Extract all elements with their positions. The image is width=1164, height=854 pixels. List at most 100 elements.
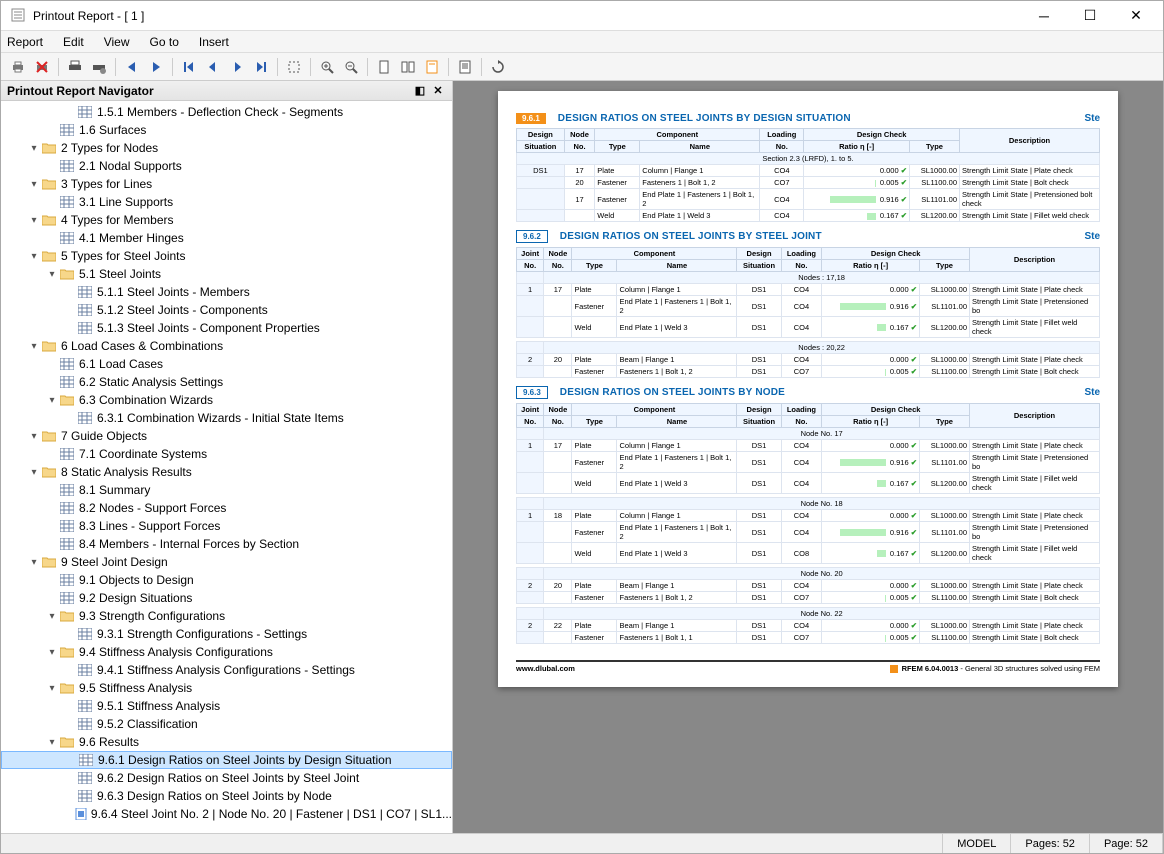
- delete-print-icon[interactable]: [31, 56, 53, 78]
- chevron-down-icon[interactable]: ▾: [27, 251, 41, 262]
- tree-item[interactable]: 8.2 Nodes - Support Forces: [1, 499, 452, 517]
- maximize-button[interactable]: ☐: [1067, 1, 1113, 31]
- tree-item[interactable]: ▾8 Static Analysis Results: [1, 463, 452, 481]
- tree-item[interactable]: 5.1.2 Steel Joints - Components: [1, 301, 452, 319]
- nav-last-icon[interactable]: [250, 56, 272, 78]
- chevron-down-icon[interactable]: ▾: [45, 737, 59, 748]
- tree-item-label: 2.1 Nodal Supports: [79, 159, 182, 173]
- tree-item[interactable]: 8.3 Lines - Support Forces: [1, 517, 452, 535]
- report-viewport[interactable]: 9.6.1 DESIGN RATIOS ON STEEL JOINTS BY D…: [453, 81, 1163, 833]
- chevron-down-icon[interactable]: ▾: [27, 557, 41, 568]
- grid-icon: [77, 411, 93, 425]
- tree-item[interactable]: 9.6.4 Steel Joint No. 2 | Node No. 20 | …: [1, 805, 452, 823]
- chevron-down-icon[interactable]: ▾: [45, 395, 59, 406]
- table-row: FastenerEnd Plate 1 | Fasteners 1 | Bolt…: [517, 296, 1100, 317]
- tree-item[interactable]: ▾7 Guide Objects: [1, 427, 452, 445]
- grid-icon: [59, 195, 75, 209]
- nav-next-icon[interactable]: [145, 56, 167, 78]
- zoom-in-icon[interactable]: [316, 56, 338, 78]
- tree-item[interactable]: ▾5.1 Steel Joints: [1, 265, 452, 283]
- section-title: DESIGN RATIOS ON STEEL JOINTS BY NODE: [560, 387, 1085, 398]
- refresh-icon[interactable]: [487, 56, 509, 78]
- table-row: FastenerFasteners 1 | Bolt 1, 2DS1CO70.0…: [517, 592, 1100, 604]
- select-icon[interactable]: [283, 56, 305, 78]
- chevron-down-icon[interactable]: ▾: [45, 611, 59, 622]
- chevron-down-icon[interactable]: ▾: [45, 647, 59, 658]
- tree-item[interactable]: 8.1 Summary: [1, 481, 452, 499]
- tree-item[interactable]: ▾6.3 Combination Wizards: [1, 391, 452, 409]
- menu-edit[interactable]: Edit: [63, 35, 84, 49]
- grid-icon: [77, 321, 93, 335]
- tree-item-label: 5.1.1 Steel Joints - Members: [97, 285, 250, 299]
- chevron-down-icon[interactable]: ▾: [27, 431, 41, 442]
- menu-insert[interactable]: Insert: [199, 35, 229, 49]
- nav-fwd-icon[interactable]: [226, 56, 248, 78]
- page-list-icon[interactable]: [421, 56, 443, 78]
- tree-item[interactable]: 9.4.1 Stiffness Analysis Configurations …: [1, 661, 452, 679]
- navigator-tree[interactable]: 1.5.1 Members - Deflection Check - Segme…: [1, 101, 452, 833]
- tree-item[interactable]: ▾9.5 Stiffness Analysis: [1, 679, 452, 697]
- chevron-down-icon[interactable]: ▾: [45, 683, 59, 694]
- menubar: Report Edit View Go to Insert: [1, 31, 1163, 53]
- chevron-down-icon[interactable]: ▾: [27, 143, 41, 154]
- printer-settings-icon[interactable]: [88, 56, 110, 78]
- tree-item[interactable]: 7.1 Coordinate Systems: [1, 445, 452, 463]
- check-icon: ✔: [909, 285, 917, 294]
- tree-item[interactable]: 8.4 Members - Internal Forces by Section: [1, 535, 452, 553]
- tree-item[interactable]: 6.3.1 Combination Wizards - Initial Stat…: [1, 409, 452, 427]
- tree-item[interactable]: 4.1 Member Hinges: [1, 229, 452, 247]
- page-settings-icon[interactable]: [454, 56, 476, 78]
- tree-item[interactable]: 1.6 Surfaces: [1, 121, 452, 139]
- grid-icon: [59, 231, 75, 245]
- tree-item[interactable]: 1.5.1 Members - Deflection Check - Segme…: [1, 103, 452, 121]
- print-icon[interactable]: [7, 56, 29, 78]
- nav-back-icon[interactable]: [202, 56, 224, 78]
- tree-item[interactable]: 9.1 Objects to Design: [1, 571, 452, 589]
- section-tag: 9.6.1: [516, 113, 546, 124]
- tree-item[interactable]: 5.1.1 Steel Joints - Members: [1, 283, 452, 301]
- tree-item[interactable]: ▾9.6 Results: [1, 733, 452, 751]
- close-button[interactable]: ✕: [1113, 1, 1159, 31]
- nav-first-icon[interactable]: [178, 56, 200, 78]
- menu-view[interactable]: View: [104, 35, 130, 49]
- tree-item[interactable]: ▾5 Types for Steel Joints: [1, 247, 452, 265]
- tree-item[interactable]: 6.2 Static Analysis Settings: [1, 373, 452, 391]
- tree-item-label: 1.5.1 Members - Deflection Check - Segme…: [97, 105, 343, 119]
- check-icon: ✔: [909, 511, 917, 520]
- tree-item[interactable]: 5.1.3 Steel Joints - Component Propertie…: [1, 319, 452, 337]
- tree-item[interactable]: ▾9.3 Strength Configurations: [1, 607, 452, 625]
- tree-item[interactable]: ▾3 Types for Lines: [1, 175, 452, 193]
- chevron-down-icon[interactable]: ▾: [45, 269, 59, 280]
- chevron-down-icon[interactable]: ▾: [27, 215, 41, 226]
- menu-goto[interactable]: Go to: [150, 35, 179, 49]
- tree-item[interactable]: 9.3.1 Strength Configurations - Settings: [1, 625, 452, 643]
- chevron-down-icon[interactable]: ▾: [27, 467, 41, 478]
- page-multi-icon[interactable]: [397, 56, 419, 78]
- footer-right: - General 3D structures solved using FEM: [960, 664, 1100, 673]
- page-single-icon[interactable]: [373, 56, 395, 78]
- chevron-down-icon[interactable]: ▾: [27, 179, 41, 190]
- tree-item[interactable]: 3.1 Line Supports: [1, 193, 452, 211]
- menu-report[interactable]: Report: [7, 35, 43, 49]
- tree-item[interactable]: ▾9 Steel Joint Design: [1, 553, 452, 571]
- tree-item[interactable]: 9.6.1 Design Ratios on Steel Joints by D…: [1, 751, 452, 769]
- zoom-out-icon[interactable]: [340, 56, 362, 78]
- tree-item[interactable]: 9.6.3 Design Ratios on Steel Joints by N…: [1, 787, 452, 805]
- grid-icon: [59, 447, 75, 461]
- nav-prev-icon[interactable]: [121, 56, 143, 78]
- tree-item[interactable]: ▾2 Types for Nodes: [1, 139, 452, 157]
- tree-item[interactable]: ▾9.4 Stiffness Analysis Configurations: [1, 643, 452, 661]
- tree-item[interactable]: 9.6.2 Design Ratios on Steel Joints by S…: [1, 769, 452, 787]
- tree-item[interactable]: 9.2 Design Situations: [1, 589, 452, 607]
- undock-icon[interactable]: ◧: [412, 83, 428, 99]
- chevron-down-icon[interactable]: ▾: [27, 341, 41, 352]
- close-panel-icon[interactable]: ✕: [430, 83, 446, 99]
- tree-item[interactable]: ▾6 Load Cases & Combinations: [1, 337, 452, 355]
- tree-item[interactable]: 9.5.2 Classification: [1, 715, 452, 733]
- printer-icon[interactable]: [64, 56, 86, 78]
- tree-item[interactable]: 6.1 Load Cases: [1, 355, 452, 373]
- tree-item[interactable]: ▾4 Types for Members: [1, 211, 452, 229]
- tree-item[interactable]: 2.1 Nodal Supports: [1, 157, 452, 175]
- tree-item[interactable]: 9.5.1 Stiffness Analysis: [1, 697, 452, 715]
- minimize-button[interactable]: ─: [1021, 1, 1067, 31]
